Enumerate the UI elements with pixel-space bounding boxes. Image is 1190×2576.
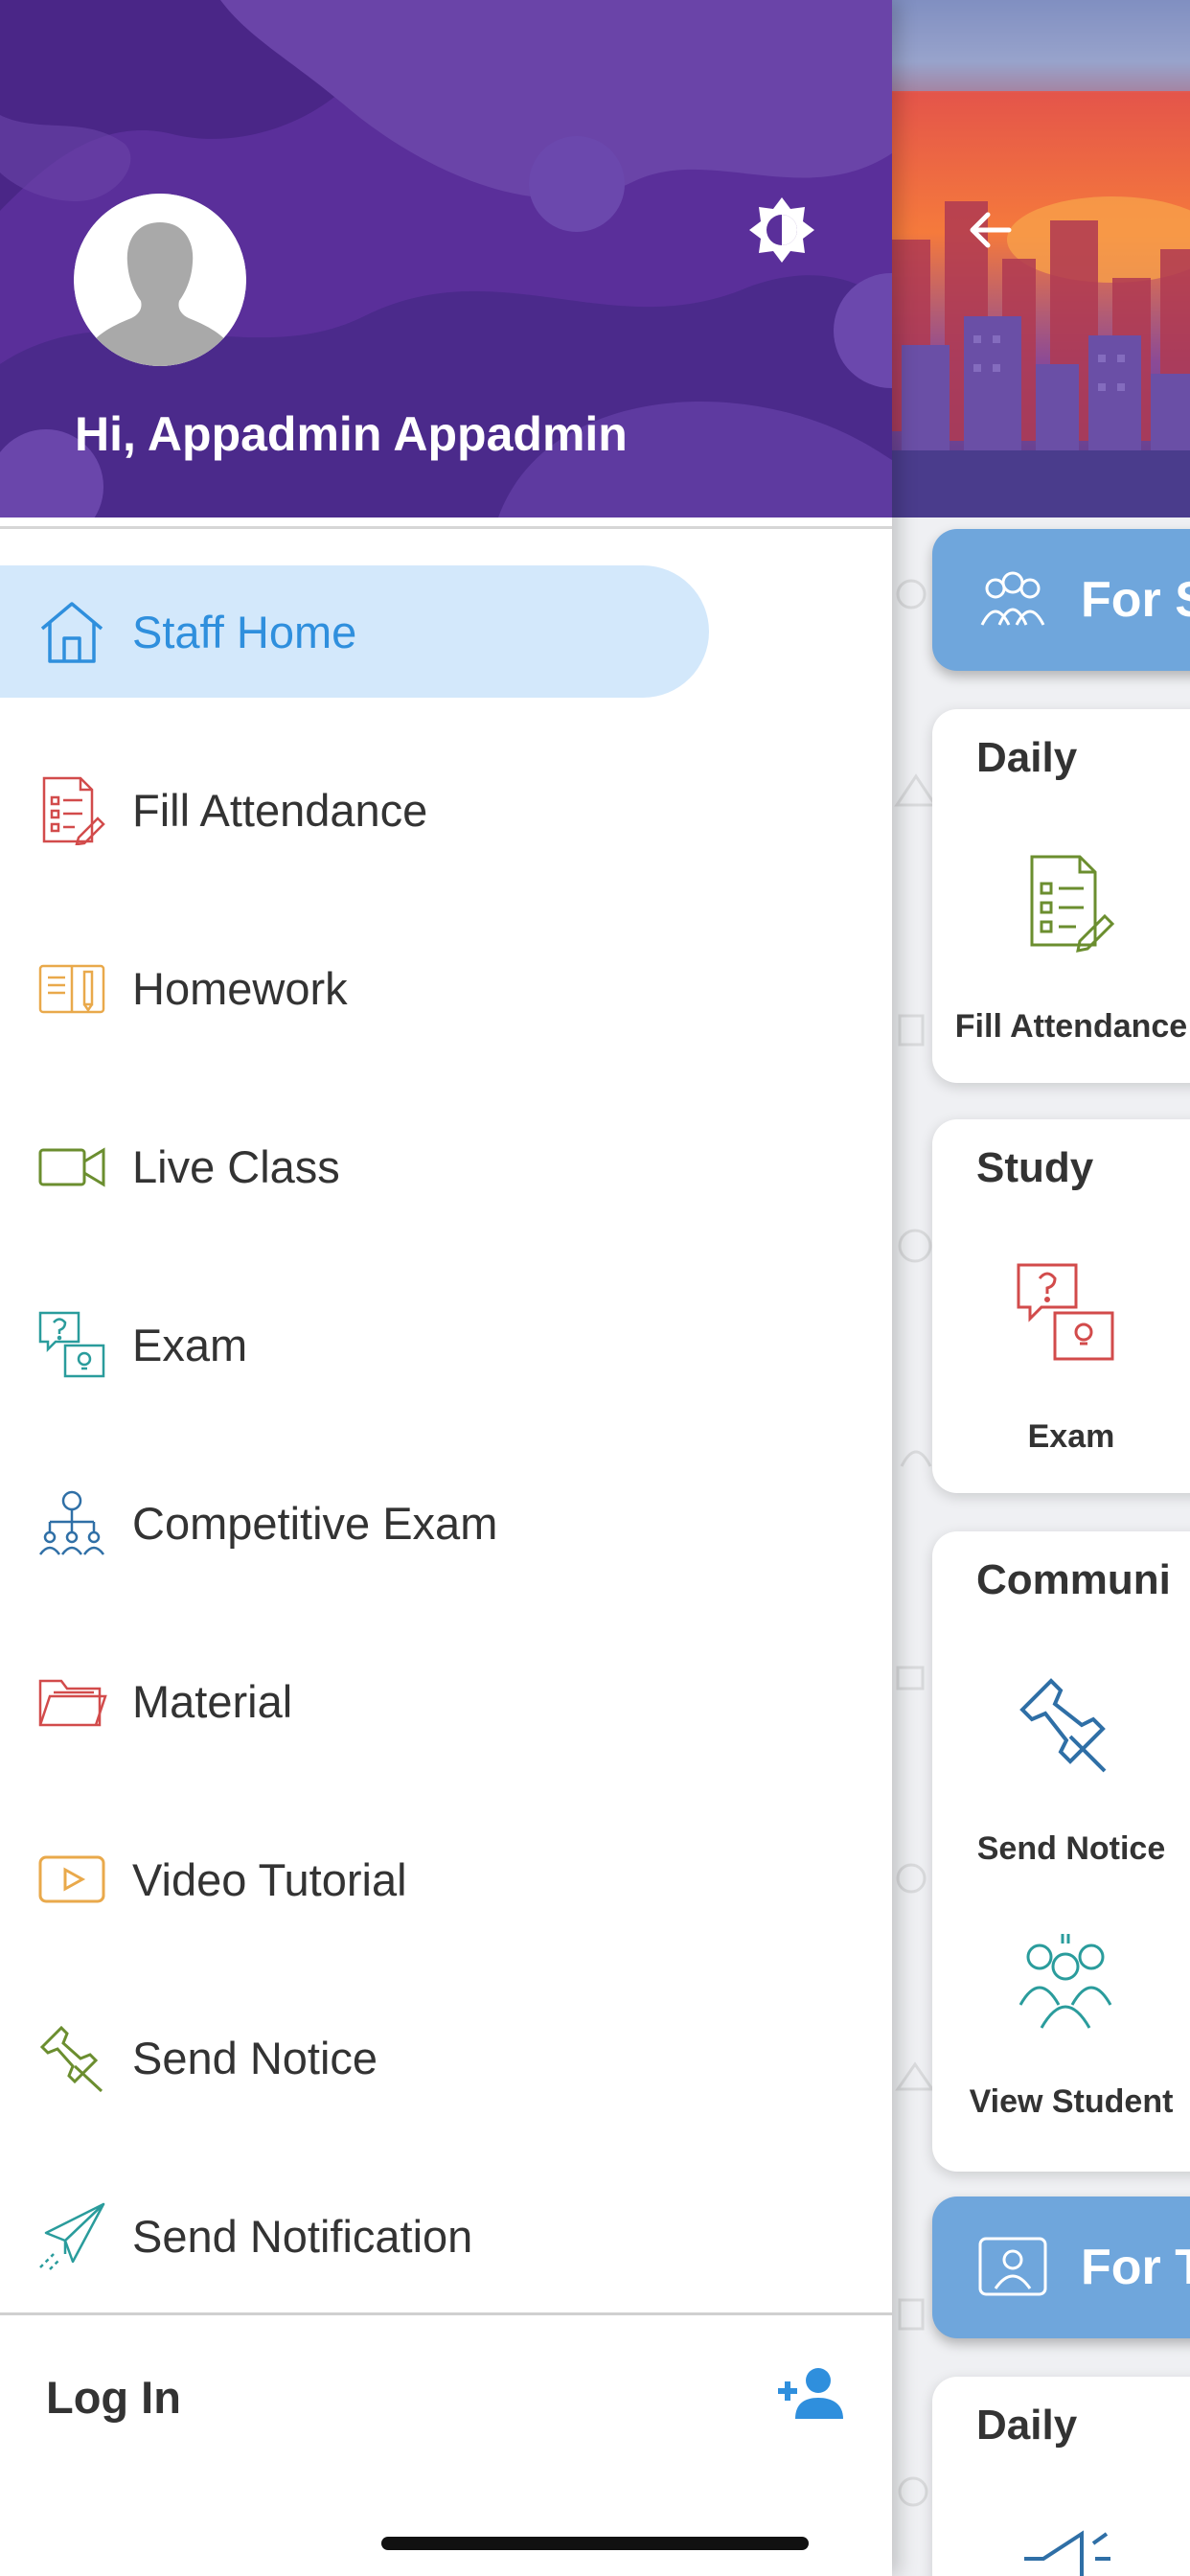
navigation-drawer: Hi, Appadmin Appadmin Staff Home Fill At… bbox=[0, 0, 892, 2576]
back-arrow-icon[interactable] bbox=[961, 201, 1018, 259]
card-daily: Daily Fill Attendance bbox=[932, 709, 1190, 1083]
video-camera-icon bbox=[38, 1147, 105, 1187]
divider bbox=[0, 526, 892, 529]
brightness-toggle-icon[interactable] bbox=[744, 192, 820, 268]
menu-item-label: Staff Home bbox=[132, 607, 357, 657]
exam-question-icon bbox=[1017, 1263, 1114, 1361]
divider bbox=[0, 2312, 892, 2315]
menu-item-exam[interactable]: Exam bbox=[0, 1278, 709, 1411]
background-app: For S Daily Fill Attendance Study bbox=[892, 0, 1190, 2576]
exam-question-icon bbox=[38, 1311, 105, 1378]
menu-item-label: Homework bbox=[132, 963, 348, 1014]
menu-item-label: Live Class bbox=[132, 1141, 340, 1192]
menu-item-fill-attendance[interactable]: Fill Attendance bbox=[0, 744, 709, 876]
menu-item-label: Fill Attendance bbox=[132, 785, 428, 836]
menu-item-label: Video Tutorial bbox=[132, 1854, 407, 1905]
tile-exam[interactable]: Exam bbox=[932, 1119, 1190, 1493]
card-title: Daily bbox=[976, 2402, 1078, 2449]
avatar[interactable] bbox=[74, 194, 246, 366]
menu-item-staff-home[interactable]: Staff Home bbox=[0, 565, 709, 698]
section-band-label: For T bbox=[1081, 2240, 1190, 2295]
section-band-label: For S bbox=[1081, 572, 1190, 628]
menu-item-label: Competitive Exam bbox=[132, 1498, 498, 1549]
home-icon bbox=[40, 602, 103, 663]
tile-label: Send Notice bbox=[976, 1830, 1166, 1867]
attendance-icon bbox=[1030, 855, 1115, 953]
paper-plane-icon bbox=[39, 2202, 105, 2270]
competitive-exam-icon bbox=[38, 1490, 105, 1555]
menu-item-label: Send Notification bbox=[132, 2211, 473, 2262]
card-study: Study Exam bbox=[932, 1119, 1190, 1493]
section-band-teachers: For T bbox=[932, 2196, 1190, 2338]
play-video-icon bbox=[38, 1855, 105, 1903]
home-indicator[interactable] bbox=[381, 2537, 809, 2550]
background-app-header bbox=[892, 0, 1190, 518]
section-band-students: For S bbox=[932, 529, 1190, 671]
add-user-icon[interactable] bbox=[774, 2365, 847, 2423]
megaphone-icon bbox=[1024, 2530, 1110, 2576]
pin-icon bbox=[1019, 1678, 1107, 1773]
menu-item-label: Send Notice bbox=[132, 2033, 378, 2083]
tile-label: Fill Attendance bbox=[954, 1008, 1188, 1045]
menu-item-label: Material bbox=[132, 1676, 293, 1727]
attendance-icon bbox=[42, 776, 105, 845]
menu-item-material[interactable]: Material bbox=[0, 1635, 709, 1767]
tile-send-notice[interactable]: Send Notice bbox=[932, 1531, 1190, 1886]
menu-item-competitive-exam[interactable]: Competitive Exam bbox=[0, 1457, 709, 1589]
greeting-text: Hi, Appadmin Appadmin bbox=[75, 407, 628, 461]
homework-book-icon bbox=[38, 964, 105, 1014]
menu-item-homework[interactable]: Homework bbox=[0, 922, 709, 1054]
city-sunset-illustration bbox=[892, 0, 1190, 518]
students-group-icon bbox=[1018, 1934, 1112, 2029]
card-daily-teachers: Daily bbox=[932, 2377, 1190, 2576]
menu-item-send-notice[interactable]: Send Notice bbox=[0, 1991, 709, 2124]
menu-item-send-notification[interactable]: Send Notification bbox=[0, 2170, 709, 2302]
tile-label: View Student bbox=[969, 2083, 1174, 2120]
teacher-board-icon bbox=[978, 2237, 1047, 2296]
menu-item-live-class[interactable]: Live Class bbox=[0, 1100, 709, 1232]
login-button[interactable]: Log In bbox=[46, 2371, 181, 2424]
drawer-header: Hi, Appadmin Appadmin bbox=[0, 0, 892, 518]
students-group-icon bbox=[980, 571, 1045, 626]
tile-fill-attendance[interactable]: Fill Attendance bbox=[932, 709, 1190, 1083]
folder-icon bbox=[38, 1679, 107, 1727]
menu-item-video-tutorial[interactable]: Video Tutorial bbox=[0, 1813, 709, 1945]
tile-label: Exam bbox=[1027, 1418, 1115, 1455]
menu-item-label: Exam bbox=[132, 1320, 248, 1370]
pin-icon bbox=[39, 2025, 103, 2093]
tile-view-student[interactable]: View Student bbox=[932, 1886, 1190, 2172]
card-communication: Communi Send Notice View Student bbox=[932, 1531, 1190, 2172]
user-silhouette-icon bbox=[74, 194, 246, 366]
